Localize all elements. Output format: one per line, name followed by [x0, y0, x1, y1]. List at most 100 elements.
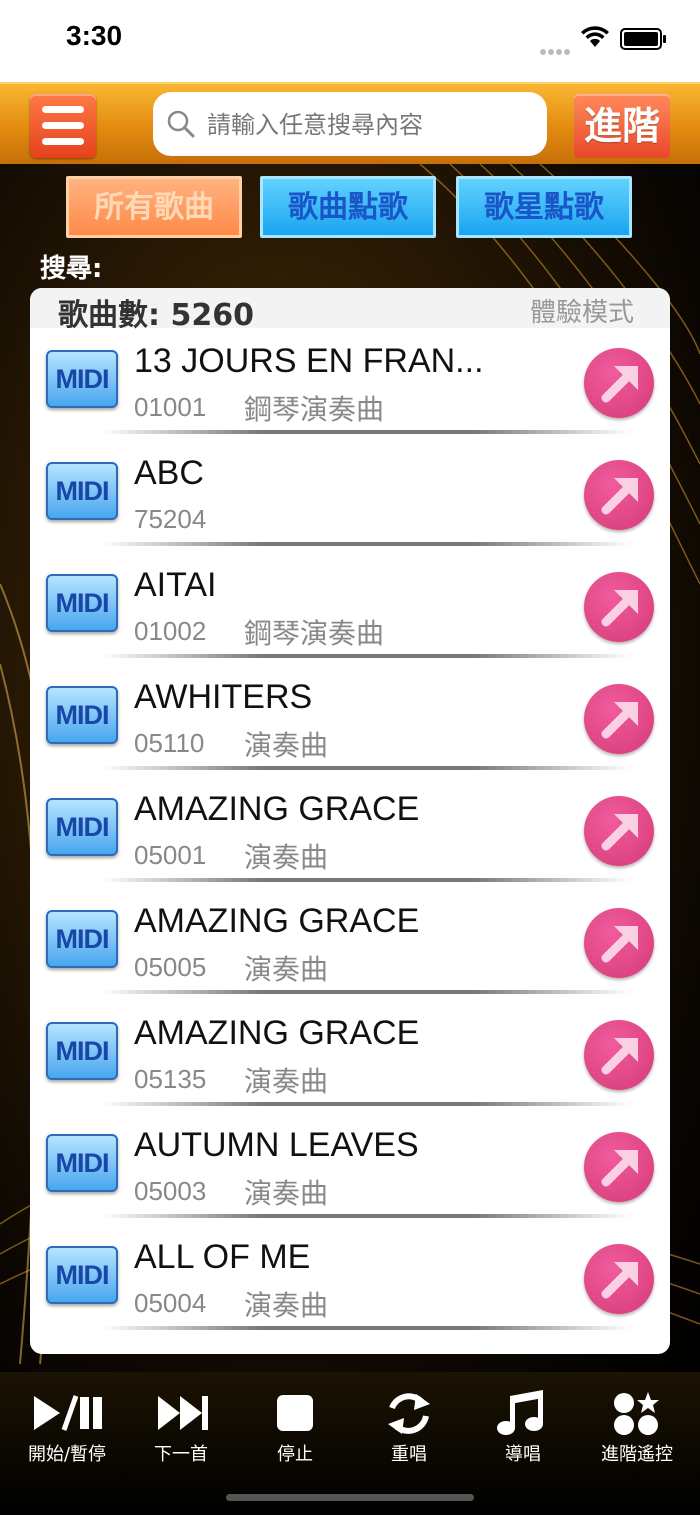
- song-row[interactable]: MIDI 13 JOURS EN FRAN... 01001 鋼琴演奏曲: [30, 336, 670, 448]
- song-row[interactable]: MIDI AMAZING GRACE 05135 演奏曲: [30, 1008, 670, 1120]
- midi-badge-label: MIDI: [55, 924, 110, 954]
- song-row[interactable]: MIDI AITAI 01002 鋼琴演奏曲: [30, 560, 670, 672]
- arrow-up-right-icon: [601, 926, 638, 963]
- song-number: 01001: [134, 392, 207, 422]
- stop-icon: [277, 1395, 313, 1431]
- song-row[interactable]: MIDI ABC 75204: [30, 448, 670, 560]
- row-divider: [102, 542, 632, 546]
- midi-icon: MIDI: [46, 1022, 118, 1080]
- song-type: 鋼琴演奏曲: [244, 393, 385, 426]
- row-divider: [102, 1214, 632, 1218]
- tab-all-songs[interactable]: 所有歌曲: [66, 176, 242, 238]
- add-song-button[interactable]: [584, 1020, 654, 1090]
- song-row[interactable]: MIDI AMAZING GRACE 05005 演奏曲: [30, 896, 670, 1008]
- song-type: 演奏曲: [244, 1289, 329, 1322]
- song-type: 演奏曲: [244, 729, 329, 762]
- midi-badge-label: MIDI: [55, 700, 110, 730]
- song-row[interactable]: MIDI AMAZING GRACE 05001 演奏曲: [30, 784, 670, 896]
- advanced-remote-label: 進階遙控: [601, 1444, 673, 1465]
- song-number: 01002: [134, 616, 207, 646]
- advanced-remote-icon: [614, 1392, 659, 1435]
- row-divider: [102, 766, 632, 770]
- add-song-button[interactable]: [584, 572, 654, 642]
- arrow-up-right-icon: [601, 814, 638, 851]
- song-number: 75204: [134, 504, 207, 534]
- replay-label: 重唱: [391, 1444, 427, 1465]
- arrow-up-right-icon: [601, 1262, 638, 1299]
- song-title: ABC: [134, 454, 204, 492]
- cellular-signal-icon: [540, 40, 574, 55]
- search-icon: [167, 110, 195, 138]
- midi-icon: MIDI: [46, 462, 118, 520]
- row-divider: [102, 990, 632, 994]
- replay-button[interactable]: 重唱: [354, 1390, 464, 1470]
- add-song-button[interactable]: [584, 796, 654, 866]
- midi-badge-label: MIDI: [55, 1036, 110, 1066]
- play-pause-icon: [34, 1395, 102, 1431]
- battery-icon: [620, 28, 666, 50]
- song-row[interactable]: MIDI AUTUMN LEAVES 05003 演奏曲: [30, 1120, 670, 1232]
- arrow-up-right-icon: [601, 702, 638, 739]
- song-number: 05110: [134, 728, 205, 758]
- midi-icon: MIDI: [46, 686, 118, 744]
- top-bar: 進階: [0, 82, 700, 164]
- stop-button[interactable]: 停止: [240, 1390, 350, 1470]
- song-title: AITAI: [134, 566, 217, 604]
- add-song-button[interactable]: [584, 908, 654, 978]
- song-title: AMAZING GRACE: [134, 902, 420, 940]
- next-track-button[interactable]: 下一首: [126, 1390, 236, 1470]
- next-track-label: 下一首: [154, 1444, 208, 1465]
- menu-button[interactable]: [30, 94, 96, 158]
- stop-label: 停止: [277, 1444, 313, 1465]
- midi-badge-label: MIDI: [55, 1148, 110, 1178]
- arrow-up-right-icon: [601, 478, 638, 515]
- advanced-remote-button[interactable]: 進階遙控: [582, 1390, 692, 1470]
- midi-badge-label: MIDI: [55, 364, 110, 394]
- next-track-icon: [158, 1396, 208, 1430]
- row-divider: [102, 1326, 632, 1330]
- wifi-icon: [581, 26, 609, 47]
- row-divider: [102, 654, 632, 658]
- tab-singer-search[interactable]: 歌星點歌: [456, 176, 632, 238]
- song-title: AWHITERS: [134, 678, 313, 716]
- song-title: ALL OF ME: [134, 1238, 311, 1276]
- midi-badge-label: MIDI: [55, 476, 110, 506]
- add-song-button[interactable]: [584, 1244, 654, 1314]
- add-song-button[interactable]: [584, 1132, 654, 1202]
- song-count: 歌曲數: 5260: [58, 298, 254, 333]
- midi-badge-label: MIDI: [55, 812, 110, 842]
- add-song-button[interactable]: [584, 460, 654, 530]
- song-number: 05001: [134, 840, 207, 870]
- midi-badge-label: MIDI: [55, 588, 110, 618]
- song-type: 鋼琴演奏曲: [244, 617, 385, 650]
- song-title: AUTUMN LEAVES: [134, 1126, 419, 1164]
- search-box: [153, 92, 547, 158]
- status-time: 3:30: [66, 20, 123, 51]
- arrow-up-right-icon: [601, 1150, 638, 1187]
- row-divider: [102, 878, 632, 882]
- tab-song-search[interactable]: 歌曲點歌: [260, 176, 436, 238]
- row-divider: [102, 1102, 632, 1106]
- list-header: 歌曲數: 5260 體驗模式: [30, 288, 670, 333]
- midi-icon: MIDI: [46, 798, 118, 856]
- midi-icon: MIDI: [46, 350, 118, 408]
- arrow-up-right-icon: [601, 1038, 638, 1075]
- music-note-icon: [497, 1390, 543, 1435]
- song-type: 演奏曲: [244, 1177, 329, 1210]
- song-title: AMAZING GRACE: [134, 790, 420, 828]
- midi-icon: MIDI: [46, 574, 118, 632]
- add-song-button[interactable]: [584, 684, 654, 754]
- replay-icon: [388, 1393, 430, 1434]
- search-input[interactable]: [205, 92, 539, 158]
- advanced-button[interactable]: 進階: [574, 94, 670, 158]
- home-indicator: [226, 1494, 474, 1501]
- play-pause-button[interactable]: 開始/暫停: [12, 1390, 122, 1470]
- guide-vocal-button[interactable]: 導唱: [468, 1390, 578, 1470]
- add-song-button[interactable]: [584, 348, 654, 418]
- song-row[interactable]: MIDI AWHITERS 05110 演奏曲: [30, 672, 670, 784]
- song-row[interactable]: MIDI ALL OF ME 05004 演奏曲: [30, 1232, 670, 1344]
- song-type: 演奏曲: [244, 953, 329, 986]
- arrow-up-right-icon: [601, 590, 638, 627]
- song-title: 13 JOURS EN FRAN...: [134, 342, 484, 380]
- play-pause-label: 開始/暫停: [27, 1444, 107, 1465]
